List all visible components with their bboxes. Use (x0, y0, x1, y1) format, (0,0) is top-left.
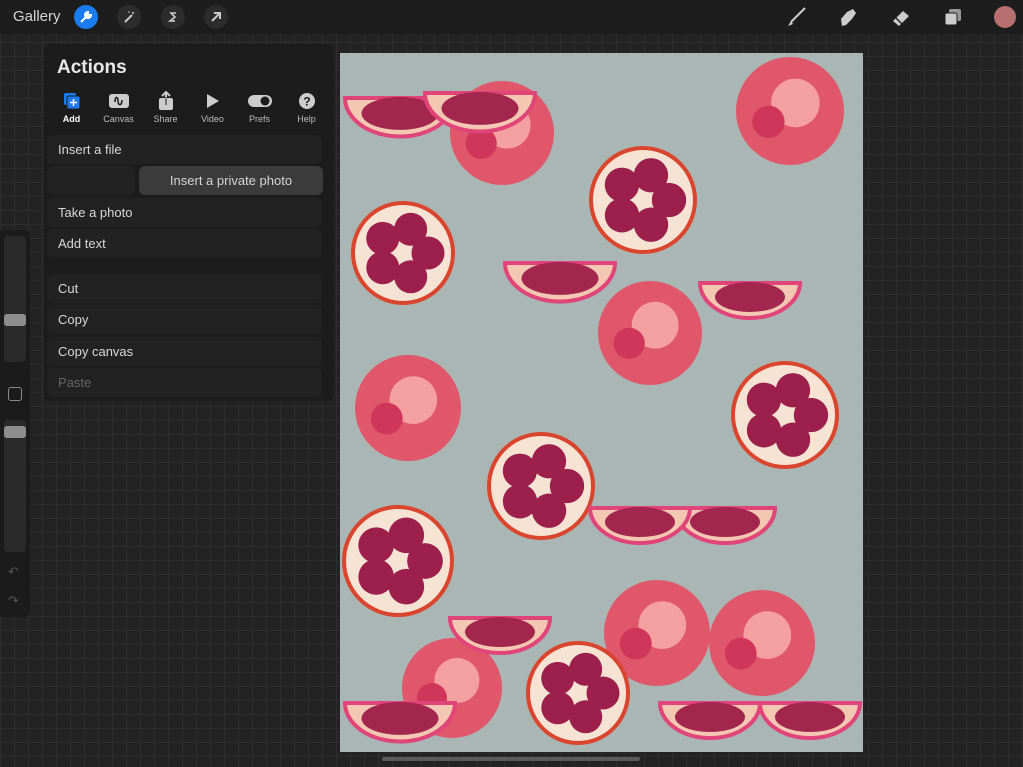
add-text-item[interactable]: Add text (47, 229, 322, 258)
modify-button[interactable] (8, 387, 22, 401)
tab-prefs[interactable]: Prefs (236, 91, 283, 124)
opacity-thumb[interactable] (4, 426, 26, 438)
play-icon (206, 91, 220, 111)
shade (613, 327, 645, 359)
seed-cluster (388, 517, 425, 554)
seed-cluster (361, 701, 439, 735)
tab-label: Prefs (248, 114, 270, 124)
seed-cluster (604, 198, 640, 233)
tab-share[interactable]: Share (142, 91, 189, 124)
seed-cluster (366, 221, 400, 255)
seed-cluster (465, 617, 535, 647)
brush-size-slider[interactable] (4, 236, 26, 362)
share-icon (157, 91, 175, 111)
color-picker-swatch[interactable] (994, 6, 1016, 28)
shade (619, 627, 652, 660)
selection-icon[interactable] (161, 5, 185, 29)
copy-canvas-item[interactable]: Copy canvas (47, 337, 322, 366)
seed-cluster (775, 422, 811, 457)
seed-cluster (604, 167, 640, 202)
panel-title: Actions (57, 57, 127, 78)
seed-cluster (388, 568, 425, 605)
brush-icon[interactable] (784, 6, 808, 28)
gallery-button[interactable]: Gallery (13, 8, 61, 25)
eraser-icon[interactable] (889, 6, 913, 28)
seed-cluster (690, 507, 760, 537)
seed-cluster (531, 444, 567, 479)
seed-cluster (633, 158, 669, 193)
redo-icon[interactable]: ↷ (8, 593, 19, 609)
canvas-icon (108, 91, 130, 111)
seed-cluster (715, 282, 785, 312)
seed-cluster (502, 453, 538, 488)
svg-text:?: ? (303, 95, 310, 109)
tab-video[interactable]: Video (189, 91, 236, 124)
seed-cluster (358, 527, 394, 563)
actions-tabs: Add Canvas Share Video Prefs ? Help (48, 91, 330, 124)
insert-photo-item[interactable] (47, 166, 135, 195)
pomegranate-illustration (342, 57, 863, 745)
seed-cluster (746, 413, 782, 448)
seed-cluster (746, 382, 782, 417)
tab-help[interactable]: ? Help (283, 91, 330, 124)
tab-label: Add (62, 114, 81, 124)
copy-item[interactable]: Copy (47, 305, 322, 334)
undo-icon[interactable]: ↶ (8, 564, 19, 580)
shade (370, 402, 403, 435)
seed-cluster (358, 559, 394, 595)
wrench-icon[interactable] (74, 5, 98, 29)
tab-canvas[interactable]: Canvas (95, 91, 142, 124)
seed-cluster (569, 652, 603, 686)
toggle-icon (247, 91, 272, 111)
seed-cluster (775, 702, 845, 732)
seed-cluster (394, 212, 428, 246)
layers-icon[interactable] (941, 6, 965, 28)
seed-cluster (541, 691, 575, 725)
tab-label: Video (201, 114, 224, 124)
smudge-icon[interactable] (836, 6, 860, 28)
artwork-canvas[interactable] (340, 53, 863, 752)
left-sidebar: ↶ ↷ (0, 230, 30, 617)
seed-cluster (531, 493, 567, 528)
insert-file-item[interactable]: Insert a file (47, 135, 322, 164)
move-arrow-icon[interactable] (204, 5, 228, 29)
seed-cluster (675, 702, 745, 732)
seed-cluster (394, 260, 428, 294)
tab-label: Share (153, 114, 178, 124)
seed-cluster (366, 251, 400, 285)
home-indicator (382, 757, 640, 761)
shade (724, 637, 757, 670)
paste-item[interactable]: Paste (47, 368, 322, 397)
seed-cluster (502, 484, 538, 519)
cut-item[interactable]: Cut (47, 274, 322, 303)
tab-add[interactable]: Add (48, 91, 95, 124)
tab-label: Help (297, 114, 316, 124)
insert-private-photo-item[interactable]: Insert a private photo (139, 166, 323, 195)
seed-cluster (521, 261, 599, 295)
seed-cluster (441, 91, 519, 125)
help-icon: ? (298, 91, 316, 111)
seed-cluster (569, 700, 603, 734)
actions-panel: Actions Add Canvas Share Video Prefs ? He… (44, 44, 334, 401)
seed-cluster (775, 373, 811, 408)
magic-wand-icon[interactable] (117, 5, 141, 29)
take-photo-item[interactable]: Take a photo (47, 198, 322, 227)
shade (752, 105, 785, 138)
seed-cluster (541, 661, 575, 695)
tab-label: Canvas (103, 114, 134, 124)
seed-cluster (633, 207, 669, 242)
opacity-slider[interactable] (4, 420, 26, 552)
brush-size-thumb[interactable] (4, 314, 26, 326)
add-icon (63, 91, 81, 111)
top-toolbar: Gallery (0, 0, 1023, 34)
seed-cluster (605, 507, 675, 537)
